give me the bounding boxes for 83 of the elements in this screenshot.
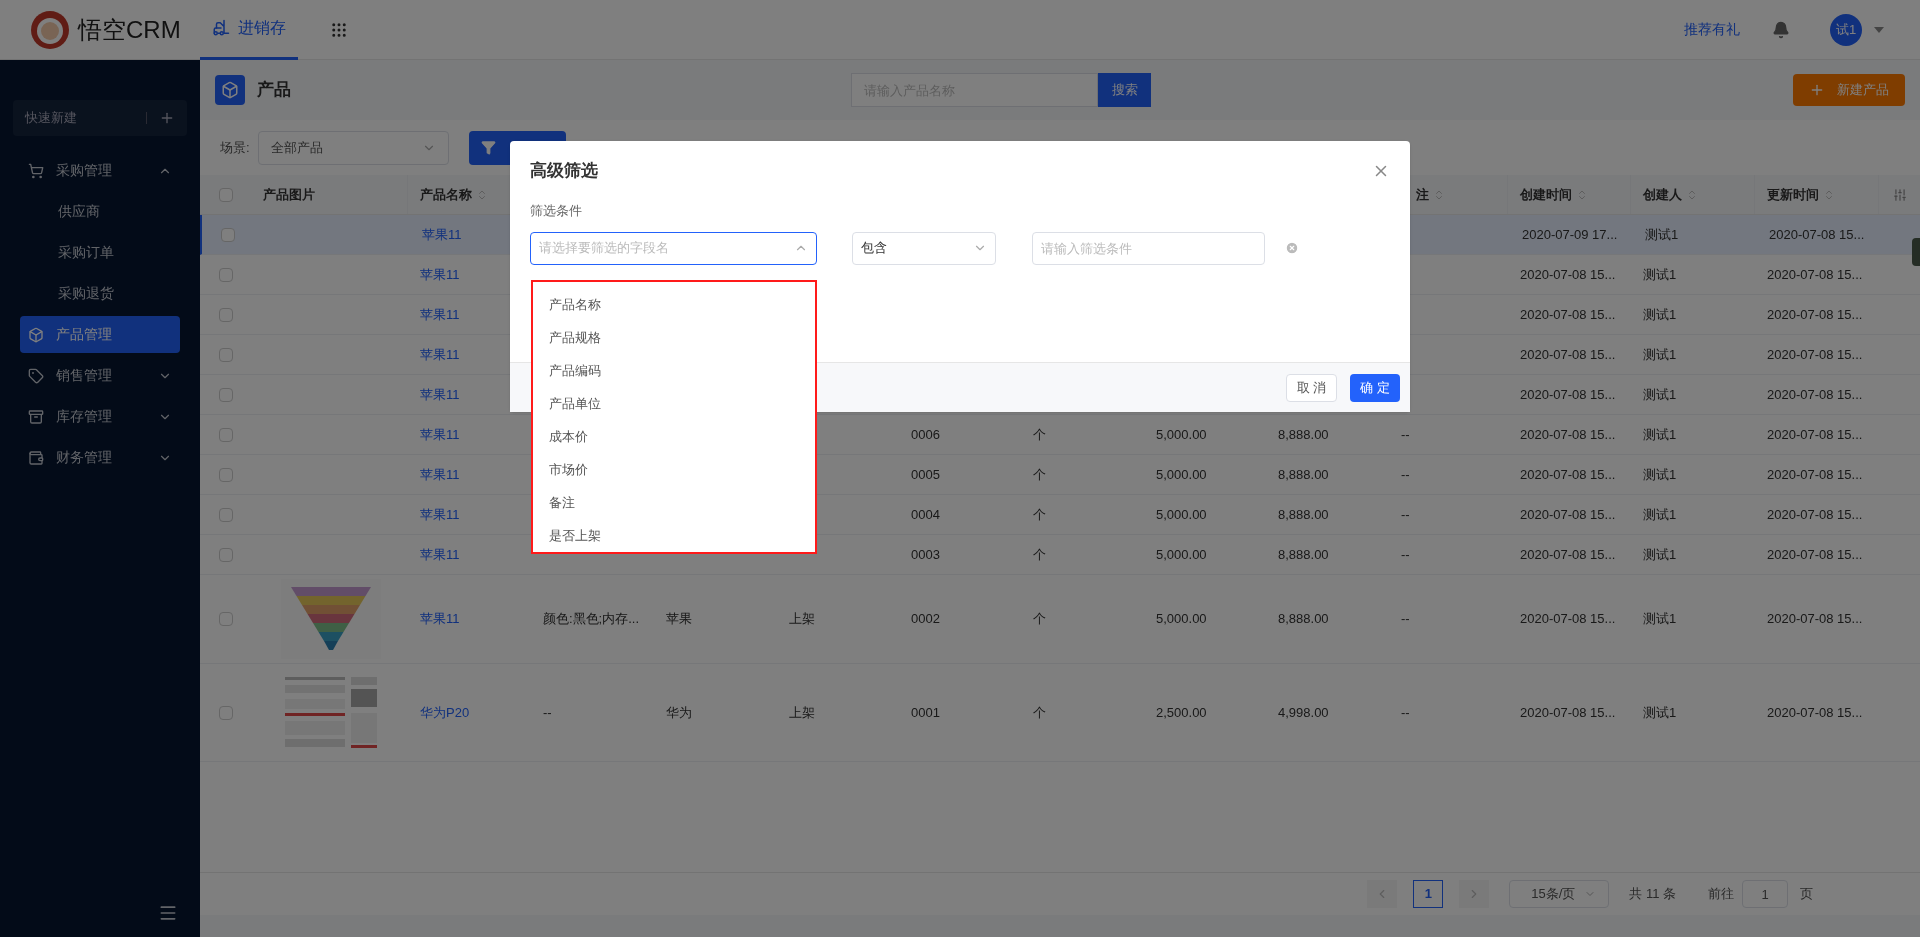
column-header: 产品名称 bbox=[420, 185, 472, 204]
table-cell-text: 2020-07-08 15... bbox=[1767, 703, 1863, 722]
table-cell-text: 5,000.00 bbox=[1156, 425, 1207, 444]
table-cell-text: 测试1 bbox=[1643, 305, 1677, 324]
table-cell-text: 4,998.00 bbox=[1278, 703, 1329, 722]
table-cell-text: 测试1 bbox=[1643, 610, 1677, 629]
table-cell-text: -- bbox=[543, 703, 552, 722]
table-cell-text: 个 bbox=[1033, 505, 1046, 524]
table-cell-text: 测试1 bbox=[1643, 345, 1677, 364]
table-cell-text: 2020-07-08 15... bbox=[1767, 305, 1863, 324]
table-cell-text: 个 bbox=[1033, 703, 1046, 722]
table-cell-text: 测试1 bbox=[1643, 545, 1677, 564]
table-cell-text: 2020-07-08 15... bbox=[1767, 465, 1863, 484]
column-header: 注 bbox=[1416, 185, 1429, 204]
table-cell-text: 0004 bbox=[911, 505, 940, 524]
table-cell-text: 2020-07-08 15... bbox=[1520, 265, 1616, 284]
table-cell-text: 8,888.00 bbox=[1278, 505, 1329, 524]
table-cell-text: 2020-07-08 15... bbox=[1520, 703, 1616, 722]
table-cell-text: -- bbox=[1401, 703, 1410, 722]
dialog-title: 高级筛选 bbox=[530, 160, 599, 183]
table-cell-text: 8,888.00 bbox=[1278, 610, 1329, 629]
table-cell-text: 2020-07-08 15... bbox=[1767, 425, 1863, 444]
table-cell-text: 测试1 bbox=[1643, 265, 1677, 284]
table-cell-text: 2020-07-08 15... bbox=[1520, 385, 1616, 404]
table-cell-text: 0002 bbox=[911, 610, 940, 629]
goto-label: 前往 bbox=[1708, 885, 1734, 904]
table-cell-text: 测试1 bbox=[1645, 225, 1679, 244]
column-header: 创建人 bbox=[1643, 185, 1682, 204]
table-cell-text: -- bbox=[1401, 425, 1410, 444]
table-cell-text: -- bbox=[1401, 465, 1410, 484]
table-cell-text: 个 bbox=[1033, 465, 1046, 484]
table-cell-text: 测试1 bbox=[1643, 385, 1677, 404]
table-cell-text: 个 bbox=[1033, 610, 1046, 629]
table-cell-text: 2020-07-08 15... bbox=[1767, 505, 1863, 524]
table-cell-text: 2020-07-08 15... bbox=[1520, 345, 1616, 364]
table-cell-text: 个 bbox=[1033, 545, 1046, 564]
table-cell-text: 测试1 bbox=[1643, 465, 1677, 484]
table-cell-text: 华为 bbox=[666, 703, 692, 722]
condition-label: 筛选条件 bbox=[530, 202, 583, 220]
table-cell-text: 8,888.00 bbox=[1278, 545, 1329, 564]
goto-suffix: 页 bbox=[1800, 885, 1813, 904]
table-cell-text: 上架 bbox=[789, 703, 815, 722]
table-cell-text: 个 bbox=[1033, 425, 1046, 444]
table-cell-text: 0003 bbox=[911, 545, 940, 564]
table-cell-text: 颜色:黑色;内存... bbox=[543, 610, 640, 629]
table-cell-text: 5,000.00 bbox=[1156, 505, 1207, 524]
page-title: 产品 bbox=[257, 79, 291, 102]
table-cell-text: 2020-07-08 15... bbox=[1520, 610, 1616, 629]
table-cell-text: 2020-07-09 17... bbox=[1522, 225, 1618, 244]
table-cell-text: 苹果 bbox=[666, 610, 692, 629]
table-cell-text: 上架 bbox=[789, 610, 815, 629]
column-header: 产品图片 bbox=[263, 185, 315, 204]
logo-text: 悟空CRM bbox=[78, 14, 181, 45]
table-cell-text: 5,000.00 bbox=[1156, 465, 1207, 484]
table-cell-text: 0005 bbox=[911, 465, 940, 484]
table-cell-text: 2020-07-08 15... bbox=[1520, 465, 1616, 484]
table-cell-text: 2020-07-08 15... bbox=[1767, 610, 1863, 629]
table-cell-text: 0001 bbox=[911, 703, 940, 722]
table-cell-text: 测试1 bbox=[1643, 505, 1677, 524]
table-cell-text: 2020-07-08 15... bbox=[1520, 425, 1616, 444]
total-count: 共 11 条 bbox=[1629, 885, 1676, 904]
table-cell-text: 2020-07-08 15... bbox=[1767, 545, 1863, 564]
table-cell-text: 测试1 bbox=[1643, 703, 1677, 722]
table-cell-text: 5,000.00 bbox=[1156, 610, 1207, 629]
table-cell-text: -- bbox=[1401, 545, 1410, 564]
table-cell-text: 8,888.00 bbox=[1278, 425, 1329, 444]
table-cell-text: 2020-07-08 15... bbox=[1520, 505, 1616, 524]
scene-label: 场景: bbox=[220, 138, 250, 157]
table-cell-text: 2,500.00 bbox=[1156, 703, 1207, 722]
column-header: 更新时间 bbox=[1767, 185, 1819, 204]
table-cell-text: 2020-07-08 15... bbox=[1520, 545, 1616, 564]
table-cell-text: -- bbox=[1401, 610, 1410, 629]
table-cell-text: 8,888.00 bbox=[1278, 465, 1329, 484]
column-header: 创建时间 bbox=[1520, 185, 1572, 204]
table-cell-text: 2020-07-08 15... bbox=[1767, 385, 1863, 404]
table-cell-text: 测试1 bbox=[1643, 425, 1677, 444]
table-cell-text: 5,000.00 bbox=[1156, 545, 1207, 564]
table-cell-text: 2020-07-08 15... bbox=[1520, 305, 1616, 324]
table-cell-text: 2020-07-08 15... bbox=[1767, 345, 1863, 364]
table-cell-text: 2020-07-08 15... bbox=[1769, 225, 1865, 244]
table-cell-text: -- bbox=[1401, 505, 1410, 524]
table-cell-text: 0006 bbox=[911, 425, 940, 444]
table-cell-text: 2020-07-08 15... bbox=[1767, 265, 1863, 284]
